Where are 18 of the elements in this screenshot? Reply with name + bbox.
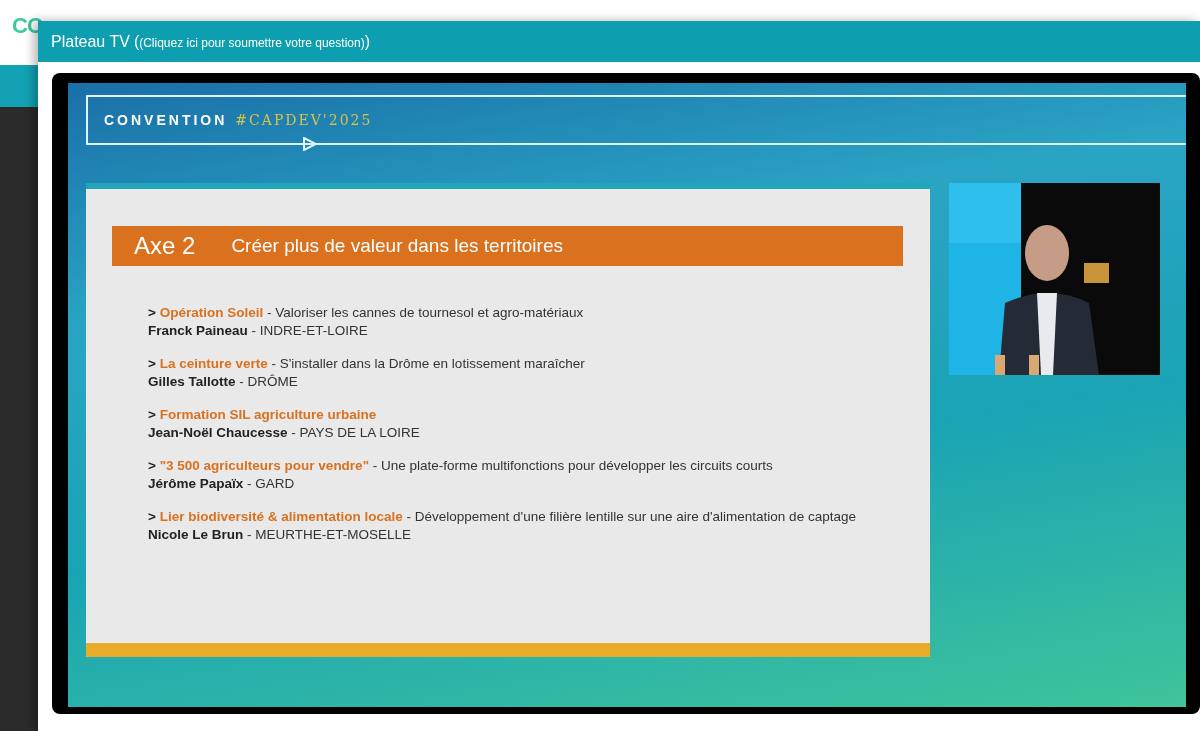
project-line: > "3 500 agriculteurs pour vendre" - Une plate-forme multifonctions pour développer les circuits courts bbox=[148, 457, 774, 475]
hashtag: #CAPDEV'2025 bbox=[235, 112, 373, 128]
project-line: > Formation SIL agriculture urbaine bbox=[148, 406, 378, 424]
presenter-line: Gilles Tallotte - DRÔME bbox=[148, 373, 299, 391]
presenter-line: Nicole Le Brun - MEURTHE-ET-MOSELLE bbox=[148, 526, 413, 544]
modal-title: Plateau TV bbox=[51, 32, 130, 51]
project-line: > Lier biodiversité & alimentation locale - Développement d'une filière lentille sur une aire d'alimentation de captage bbox=[148, 508, 857, 526]
brand-text: CONVENTION bbox=[104, 112, 228, 128]
question-link[interactable]: ((Cliquez ici pour soumettre votre question)) bbox=[133, 32, 370, 51]
modal-header[interactable]: Plateau TV ((Cliquez ici pour soumettre votre question)) bbox=[38, 21, 1200, 62]
presenter-line: Jérôme Papaïx - GARD bbox=[148, 475, 296, 493]
axis-label: Axe 2 bbox=[134, 232, 196, 260]
axis-title: Créer plus de valeur dans les territoires bbox=[231, 235, 563, 257]
presenter-line: Franck Paineau - INDRE-ET-LOIRE bbox=[148, 322, 369, 340]
presenter-line: Jean-Noël Chaucesse - PAYS DE LA LOIRE bbox=[148, 424, 421, 442]
project-line: > La ceinture verte - S'installer dans la Drôme en lotissement maraîcher bbox=[148, 355, 586, 373]
project-line: > Opération Soleil - Valoriser les cannes de tournesol et agro-matériaux bbox=[148, 304, 585, 322]
arrow-icon bbox=[86, 137, 318, 151]
